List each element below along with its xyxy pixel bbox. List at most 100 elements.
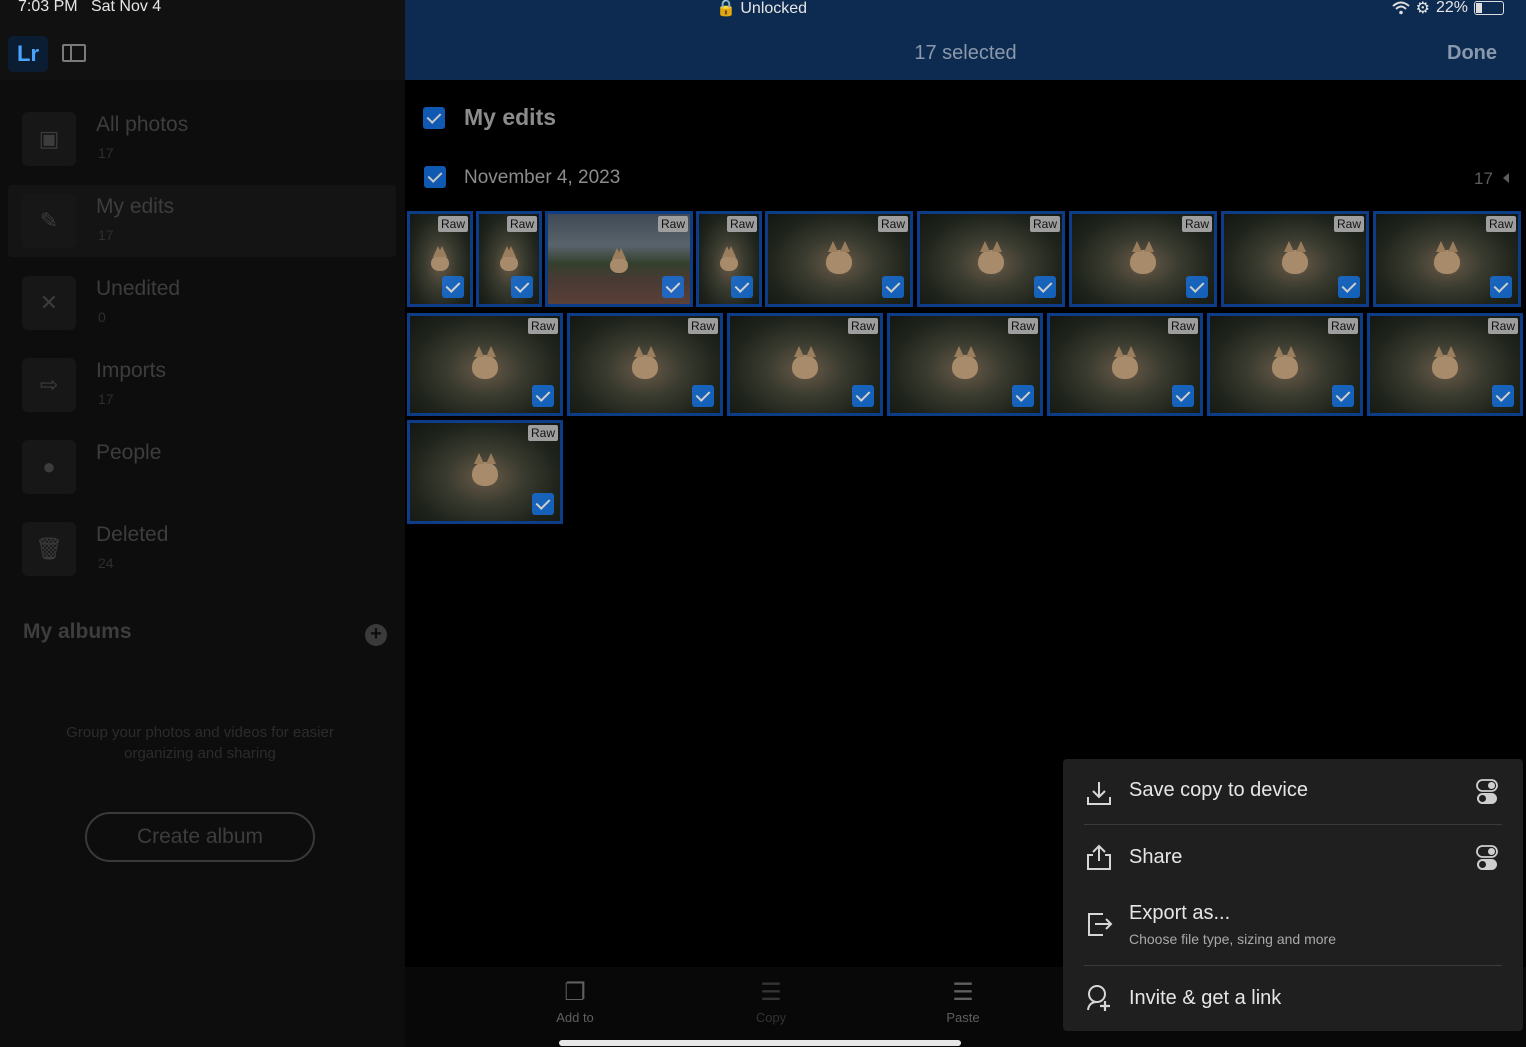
rotation-lock-icon: ⚙: [1415, 0, 1430, 17]
raw-badge: Raw: [506, 216, 537, 232]
export-as-item[interactable]: Export as... Choose file type, sizing an…: [1063, 891, 1523, 965]
menu-item-label: Export as...: [1129, 902, 1231, 924]
battery-percent: 22%: [1435, 0, 1468, 16]
menu-item-sublabel: Choose file type, sizing and more: [1129, 931, 1336, 947]
photo-thumbnail[interactable]: Raw: [407, 313, 563, 416]
add-album-icon[interactable]: +: [365, 624, 387, 646]
sidebar-item-deleted[interactable]: 🗑 Deleted 24: [8, 513, 396, 585]
raw-badge: Raw: [847, 318, 878, 334]
invite-get-link-item[interactable]: Invite & get a link: [1063, 966, 1523, 1031]
add-to-button[interactable]: ❐ Add to: [535, 978, 615, 1025]
sidebar-item-my-edits[interactable]: ✎ My edits 17: [8, 185, 396, 257]
photo-selected-checkbox[interactable]: [442, 276, 464, 298]
photo-selected-checkbox[interactable]: [1338, 276, 1360, 298]
photo-thumbnail[interactable]: Raw: [887, 313, 1043, 416]
photo-thumbnail[interactable]: Raw: [545, 211, 693, 307]
photo-thumbnail[interactable]: Raw: [696, 211, 762, 307]
trash-icon: 🗑: [22, 522, 76, 576]
sidebar-item-count: 17: [98, 145, 114, 161]
photo-thumbnail[interactable]: Raw: [727, 313, 883, 416]
photo-thumbnail[interactable]: Raw: [407, 420, 563, 524]
sidebar-toggle-icon[interactable]: [62, 44, 86, 62]
photo-content: [610, 248, 628, 274]
paste-settings-icon: ☰: [952, 979, 974, 1006]
photo-content: [632, 345, 658, 379]
raw-badge: Raw: [437, 216, 468, 232]
photo-thumbnail[interactable]: Raw: [1373, 211, 1521, 307]
photo-content: [1282, 241, 1308, 274]
sidebar-item-label: Unedited: [96, 277, 181, 300]
photo-selected-checkbox[interactable]: [1492, 385, 1514, 407]
photo-thumbnail[interactable]: Raw: [1221, 211, 1369, 307]
sidebar-item-label: All photos: [96, 113, 189, 136]
albums-heading: My albums: [23, 620, 132, 643]
toggle-options-icon[interactable]: [1476, 779, 1498, 805]
photo-selected-checkbox[interactable]: [1332, 385, 1354, 407]
photo-selected-checkbox[interactable]: [1186, 276, 1208, 298]
sidebar-item-all-photos[interactable]: ▣ All photos 17: [8, 103, 396, 175]
photo-selected-checkbox[interactable]: [731, 276, 753, 298]
section-select-checkbox[interactable]: [423, 107, 445, 129]
status-lock: 🔒 Unlocked: [716, 0, 807, 18]
sidebar-item-unedited[interactable]: ✕ Unedited 0: [8, 267, 396, 339]
sidebar-item-people[interactable]: ● People: [8, 431, 396, 503]
save-copy-to-device-item[interactable]: Save copy to device: [1063, 759, 1523, 825]
photo-selected-checkbox[interactable]: [852, 385, 874, 407]
photo-thumbnail[interactable]: Raw: [1047, 313, 1203, 416]
raw-badge: Raw: [1333, 216, 1364, 232]
share-menu: Save copy to device Share Export as... C…: [1063, 759, 1523, 1031]
photo-content: [826, 241, 852, 274]
create-album-button[interactable]: Create album: [85, 812, 315, 862]
photo-thumbnail[interactable]: Raw: [567, 313, 723, 416]
sidebar-item-imports[interactable]: ⇨ Imports 17: [8, 349, 396, 421]
photo-selected-checkbox[interactable]: [882, 276, 904, 298]
photo-thumbnail[interactable]: Raw: [407, 211, 473, 307]
photo-content: [472, 345, 498, 379]
toggle-options-icon[interactable]: [1476, 845, 1498, 871]
collapse-caret-icon[interactable]: [1503, 173, 1509, 183]
photo-content: [952, 345, 978, 379]
raw-badge: Raw: [527, 425, 558, 441]
lightroom-logo[interactable]: Lr: [8, 36, 48, 72]
menu-item-label: Share: [1129, 846, 1183, 868]
pencil-icon: ✎: [22, 194, 76, 248]
copy-label: Copy: [755, 1010, 787, 1025]
battery-icon: [1474, 1, 1504, 15]
raw-badge: Raw: [1167, 318, 1198, 334]
date-select-checkbox[interactable]: [424, 166, 446, 188]
done-button[interactable]: Done: [1447, 42, 1497, 65]
photo-selected-checkbox[interactable]: [511, 276, 533, 298]
photo-selected-checkbox[interactable]: [1490, 276, 1512, 298]
download-icon: [1087, 782, 1111, 805]
photo-thumbnail[interactable]: Raw: [765, 211, 913, 307]
paste-button[interactable]: ☰ Paste: [923, 978, 1003, 1025]
sidebar-item-label: People: [96, 441, 162, 464]
photo-thumbnail[interactable]: Raw: [1367, 313, 1523, 416]
raw-badge: Raw: [1029, 216, 1060, 232]
photo-selected-checkbox[interactable]: [1034, 276, 1056, 298]
photo-thumbnail[interactable]: Raw: [1207, 313, 1363, 416]
photo-thumbnail[interactable]: Raw: [917, 211, 1065, 307]
share-item[interactable]: Share: [1063, 825, 1523, 891]
home-indicator[interactable]: [559, 1040, 961, 1046]
photo-thumbnail[interactable]: Raw: [1069, 211, 1217, 307]
photo-selected-checkbox[interactable]: [532, 493, 554, 515]
albums-hint-text: Group your photos and videos for easier …: [66, 724, 334, 762]
photo-icon: ▣: [22, 112, 76, 166]
copy-button[interactable]: ☰ Copy: [731, 978, 811, 1025]
wifi-icon: [1391, 1, 1410, 15]
menu-item-label: Invite & get a link: [1129, 987, 1282, 1009]
sidebar-item-count: 17: [98, 227, 114, 243]
invite-icon: [1087, 985, 1110, 1011]
menu-item-label: Save copy to device: [1129, 779, 1308, 801]
photo-selected-checkbox[interactable]: [662, 276, 684, 298]
photo-thumbnail[interactable]: Raw: [476, 211, 542, 307]
sidebar: Lr ▣ All photos 17 ✎ My edits 17 ✕ Unedi…: [0, 0, 405, 1047]
raw-badge: Raw: [527, 318, 558, 334]
photo-selected-checkbox[interactable]: [532, 385, 554, 407]
photo-selected-checkbox[interactable]: [692, 385, 714, 407]
photo-selected-checkbox[interactable]: [1012, 385, 1034, 407]
photo-selected-checkbox[interactable]: [1172, 385, 1194, 407]
photo-content: [792, 345, 818, 379]
lock-icon: 🔒: [716, 0, 736, 17]
